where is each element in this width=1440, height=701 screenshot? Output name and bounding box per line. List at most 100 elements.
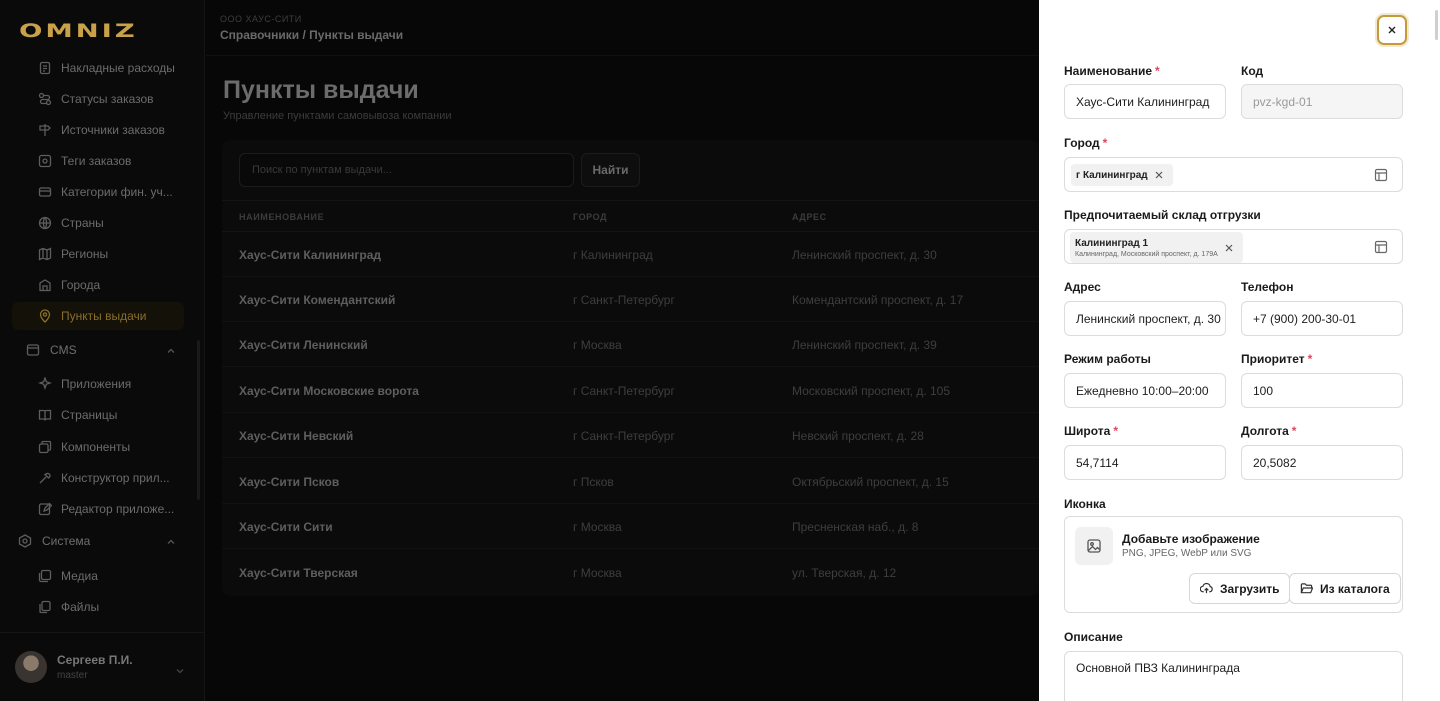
sidebar-group-system[interactable]: Система [12,527,184,555]
sidebar-item-media[interactable]: Медиа [12,562,184,590]
sidebar-item-app-editor[interactable]: Редактор приложе... [12,495,184,523]
sidebar-item-order-statuses[interactable]: Статусы заказов [12,85,184,113]
sidebar-item-label: Категории фин. уч... [61,185,173,199]
upload-button-label: Загрузить [1220,581,1280,596]
phone-label: Телефон [1241,280,1294,294]
map-icon [38,247,52,261]
sidebar-item-label: Конструктор прил... [61,471,170,485]
remove-warehouse-icon[interactable] [1225,244,1233,252]
table-row[interactable]: Хаус-Сити Сити г Москва Пресненская наб.… [222,504,1039,549]
name-label: Наименование * [1064,64,1160,78]
table-header: НАИМЕНОВАНИЕ ГОРОД АДРЕС [222,200,1039,232]
cell-address: Комендантский проспект, д. 17 [792,293,964,307]
sidebar-item-components[interactable]: Компоненты [12,433,184,461]
code-label: Код [1241,64,1264,78]
table-row[interactable]: Хаус-Сити Московские ворота г Санкт-Пете… [222,368,1039,413]
cell-name: Хаус-Сити Псков [239,475,340,489]
from-catalog-button[interactable]: Из каталога [1289,573,1401,604]
close-button[interactable] [1377,15,1407,45]
user-name: Сергеев П.И. [57,653,133,667]
sidebar-item-label: Медиа [61,569,98,583]
table-row[interactable]: Хаус-Сити Ленинский г Москва Ленинский п… [222,322,1039,367]
search-input[interactable] [239,153,574,187]
table-row[interactable]: Хаус-Сити Комендантский г Санкт-Петербур… [222,277,1039,322]
sidebar-item-regions[interactable]: Регионы [12,240,184,268]
column-header-city[interactable]: ГОРОД [573,212,607,222]
upload-title: Добавьте изображение [1122,532,1260,546]
pickup-points-card: Найти НАИМЕНОВАНИЕ ГОРОД АДРЕС Хаус-Сити… [222,140,1039,596]
sidebar-item-order-tags[interactable]: Теги заказов [12,147,184,175]
table-row[interactable]: Хаус-Сити Невский г Санкт-Петербург Невс… [222,413,1039,458]
city-chip-label: г Калининград [1076,169,1148,181]
cell-city: г Калининград [573,248,653,262]
upload-hint: PNG, JPEG, WebP или SVG [1122,548,1252,559]
sidebar-item-label: Города [61,278,101,292]
phone-field[interactable]: +7 (900) 200-30-01 [1241,301,1403,336]
folder-open-icon [1300,582,1313,595]
column-header-address[interactable]: АДРЕС [792,212,827,222]
remove-city-icon[interactable] [1155,171,1163,179]
sidebar-item-countries[interactable]: Страны [12,209,184,237]
warehouse-chip-text: Калининград 1 Калининград, Московский пр… [1075,238,1218,258]
priority-label: Приоритет * [1241,352,1313,366]
sidebar-item-label: Страницы [61,408,118,422]
warehouse-label: Предпочитаемый склад отгрузки [1064,208,1261,222]
hours-field[interactable]: Ежедневно 10:00–20:00 [1064,373,1226,408]
user-info: Сергеев П.И. master [57,653,133,681]
drawer-scrollbar[interactable] [1435,10,1438,40]
column-header-name[interactable]: НАИМЕНОВАНИЕ [239,212,324,222]
cell-address: Октябрьский проспект, д. 15 [792,475,949,489]
cell-city: г Москва [573,520,622,534]
city-select[interactable]: г Калининград [1064,157,1403,192]
cell-name: Хаус-Сити Ленинский [239,338,368,352]
sidebar-item-files[interactable]: Файлы [12,593,184,621]
sidebar-item-label: Теги заказов [61,154,132,168]
sidebar-item-finance-categories[interactable]: Категории фин. уч... [12,178,184,206]
sidebar-item-label: Файлы [61,600,100,614]
warehouse-select[interactable]: Калининград 1 Калининград, Московский пр… [1064,229,1403,264]
sidebar-item-pickup-points[interactable]: Пункты выдачи [12,302,184,330]
cell-city: г Москва [573,338,622,352]
latitude-field[interactable]: 54,7114 [1064,445,1226,480]
priority-field[interactable]: 100 [1241,373,1403,408]
list-picker-icon[interactable] [1374,168,1388,182]
warehouse-chip-address: Калининград, Московский проспект, д. 179… [1075,250,1218,258]
icon-label: Иконка [1064,497,1106,511]
longitude-field[interactable]: 20,5082 [1241,445,1403,480]
cell-name: Хаус-Сити Тверская [239,566,358,580]
sidebar-item-applications[interactable]: Приложения [12,370,184,398]
sidebar-item-overhead[interactable]: Накладные расходы [12,54,184,82]
receipt-icon [38,61,52,75]
sidebar-item-app-builder[interactable]: Конструктор прил... [12,464,184,492]
description-label: Описание [1064,630,1123,644]
search-button[interactable]: Найти [581,153,640,187]
list-picker-icon[interactable] [1374,240,1388,254]
breadcrumb[interactable]: Справочники / Пункты выдачи [220,28,403,42]
sidebar-scrollbar[interactable] [197,340,200,500]
description-field[interactable]: Основной ПВЗ Калининграда [1064,651,1403,701]
code-field[interactable]: pvz-kgd-01 [1241,84,1403,119]
sidebar-item-label: Накладные расходы [61,61,175,75]
user-menu[interactable]: Сергеев П.И. master [0,632,205,701]
sidebar-item-cities[interactable]: Города [12,271,184,299]
route-icon [38,92,52,106]
user-role: master [57,670,88,681]
table-row[interactable]: Хаус-Сити Псков г Псков Октябрьский прос… [222,459,1039,504]
cell-address: Невский проспект, д. 28 [792,429,924,443]
upload-button[interactable]: Загрузить [1189,573,1291,604]
cell-address: Московский проспект, д. 105 [792,384,951,398]
sidebar-item-label: Компоненты [61,440,131,454]
images-icon [38,569,52,583]
sidebar-group-cms[interactable]: CMS [12,336,184,364]
sidebar-item-pages[interactable]: Страницы [12,401,184,429]
cell-city: г Санкт-Петербург [573,384,675,398]
address-field[interactable]: Ленинский проспект, д. 30 [1064,301,1226,336]
sidebar-item-order-sources[interactable]: Источники заказов [12,116,184,144]
app-logo[interactable]: OMNIZ [19,20,138,42]
table-row[interactable]: Хаус-Сити Тверская г Москва ул. Тверская… [222,550,1039,595]
cell-address: Ленинский проспект, д. 30 [792,248,937,262]
name-field[interactable]: Хаус-Сити Калининград [1064,84,1226,119]
table-row[interactable]: Хаус-Сити Калининград г Калининград Лени… [222,232,1039,277]
sidebar-item-label: Страны [61,216,104,230]
city-label: Город * [1064,136,1108,150]
